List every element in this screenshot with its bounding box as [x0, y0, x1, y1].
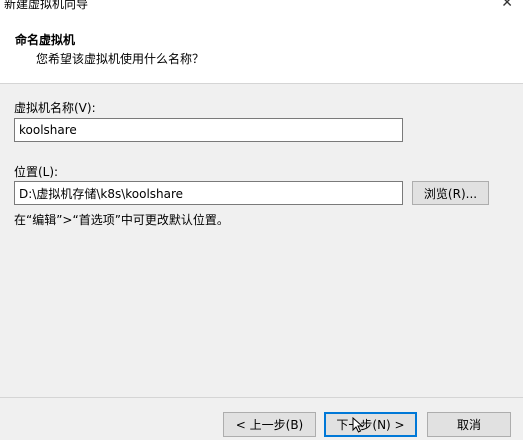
title-bar: 新建虚拟机向导 ✕	[0, 0, 523, 16]
cancel-button[interactable]: 取消	[427, 412, 511, 437]
page-title: 命名虚拟机	[15, 33, 76, 47]
close-icon[interactable]: ✕	[501, 0, 513, 11]
new-vm-wizard-window: 新建虚拟机向导 ✕ 命名虚拟机 您希望该虚拟机使用什么名称？ 虚拟机名称(V):…	[0, 0, 523, 440]
location-label: 位置(L):	[14, 165, 59, 179]
location-input[interactable]	[14, 181, 403, 205]
vm-name-label: 虚拟机名称(V):	[14, 101, 96, 115]
mouse-pointer-icon	[352, 417, 364, 433]
page-subtitle: 您希望该虚拟机使用什么名称？	[36, 52, 205, 66]
footer-separator	[0, 397, 523, 398]
next-button[interactable]: 下一步(N) >	[324, 412, 417, 437]
default-location-hint: 在“编辑”>“首选项”中可更改默认位置。	[14, 213, 229, 227]
browse-button[interactable]: 浏览(R)...	[412, 181, 489, 205]
window-title: 新建虚拟机向导	[4, 0, 89, 11]
back-button[interactable]: < 上一步(B)	[223, 412, 316, 437]
vm-name-input[interactable]	[14, 118, 403, 142]
wizard-header: 命名虚拟机 您希望该虚拟机使用什么名称？	[0, 16, 523, 84]
